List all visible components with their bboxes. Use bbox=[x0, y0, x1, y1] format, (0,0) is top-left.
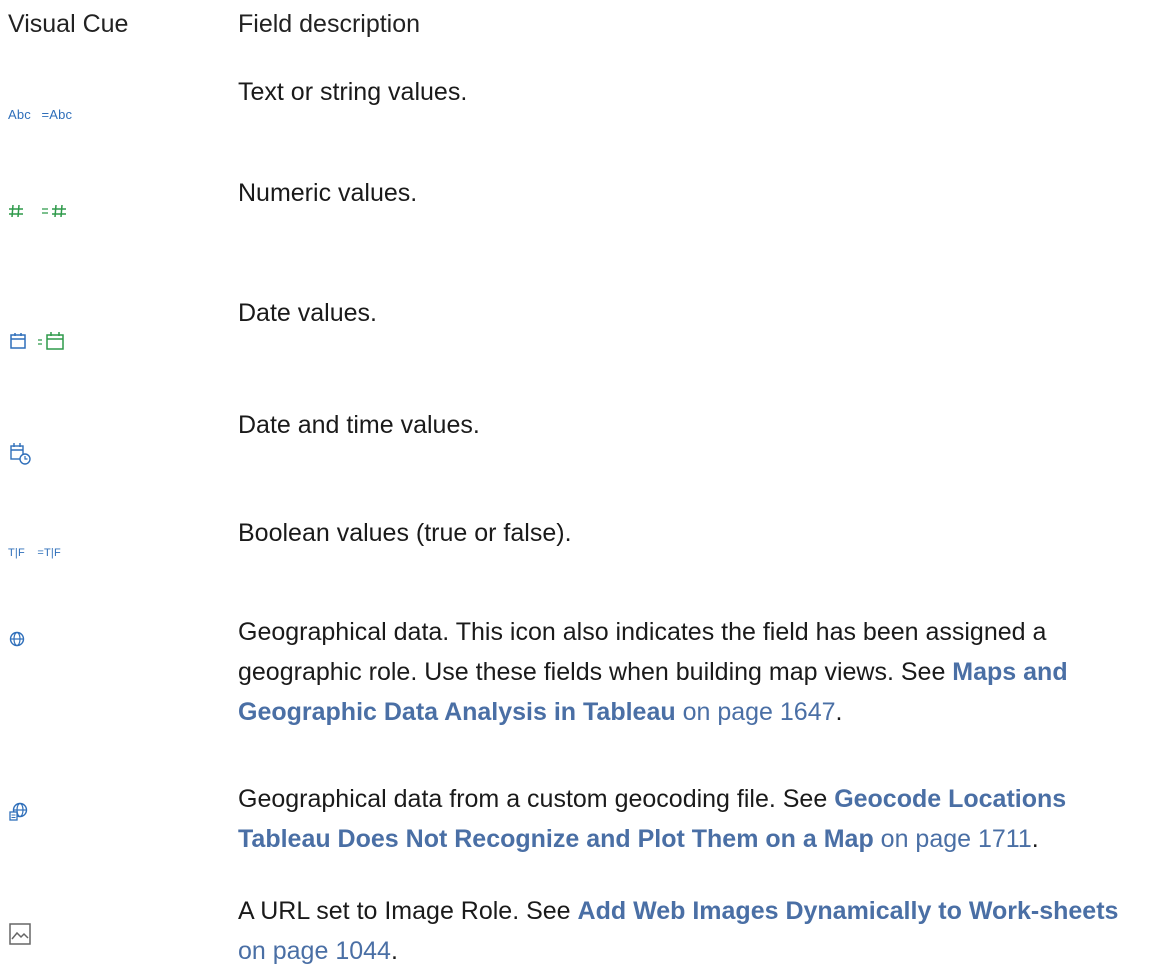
image-role-period: . bbox=[390, 937, 398, 965]
maps-page-ref[interactable]: on page 1647 bbox=[683, 698, 836, 726]
image-role-cue bbox=[8, 922, 32, 946]
date-time-cue bbox=[8, 441, 32, 465]
custom-geocoding-cue bbox=[8, 801, 30, 823]
visual-cue-header: Visual Cue bbox=[8, 10, 129, 38]
image-role-description: A URL set to Image Role. See Add Web Ima… bbox=[238, 891, 1150, 971]
geocode-page-ref[interactable]: on page 1711 bbox=[881, 825, 1032, 853]
calculated-date-icon bbox=[38, 332, 64, 350]
image-icon bbox=[9, 923, 31, 945]
custom-geocoding-text: Geographical data from a custom geocodin… bbox=[238, 785, 835, 813]
number-icon bbox=[9, 204, 23, 218]
boolean-cue: T|F =T|F bbox=[8, 543, 61, 561]
calculated-boolean-icon: =T|F bbox=[37, 547, 61, 559]
web-images-link[interactable]: Add Web Images Dynamically to Work-sheet… bbox=[578, 897, 1119, 925]
date-time-icon bbox=[10, 443, 31, 465]
geographic-cue bbox=[8, 630, 26, 648]
boolean-description: Boolean values (true or false). bbox=[238, 519, 572, 547]
web-images-page-ref[interactable]: on page 1044 bbox=[238, 937, 391, 965]
date-description: Date values. bbox=[238, 299, 377, 327]
calculated-number-icon bbox=[42, 204, 66, 218]
date-cue bbox=[8, 331, 68, 351]
string-icon: Abc bbox=[8, 107, 32, 122]
calculated-string-icon: =Abc bbox=[41, 107, 73, 122]
custom-geocoding-globe-icon bbox=[9, 802, 28, 821]
boolean-icon: T|F bbox=[8, 547, 25, 559]
number-description: Numeric values. bbox=[238, 179, 418, 207]
field-description-header: Field description bbox=[238, 10, 421, 38]
date-time-description: Date and time values. bbox=[238, 411, 480, 439]
globe-icon bbox=[9, 631, 25, 647]
date-icon bbox=[10, 333, 26, 349]
string-cue: Abc =Abc bbox=[8, 106, 72, 124]
geographic-text: Geographical data. This icon also indica… bbox=[238, 618, 1047, 686]
string-description: Text or string values. bbox=[238, 78, 468, 106]
custom-geocoding-period: . bbox=[1031, 825, 1039, 853]
geographic-period: . bbox=[835, 698, 843, 726]
image-role-text: A URL set to Image Role. See bbox=[238, 897, 578, 925]
number-cue bbox=[8, 203, 68, 219]
custom-geocoding-description: Geographical data from a custom geocodin… bbox=[238, 779, 1150, 859]
geographic-description: Geographical data. This icon also indica… bbox=[238, 612, 1150, 732]
